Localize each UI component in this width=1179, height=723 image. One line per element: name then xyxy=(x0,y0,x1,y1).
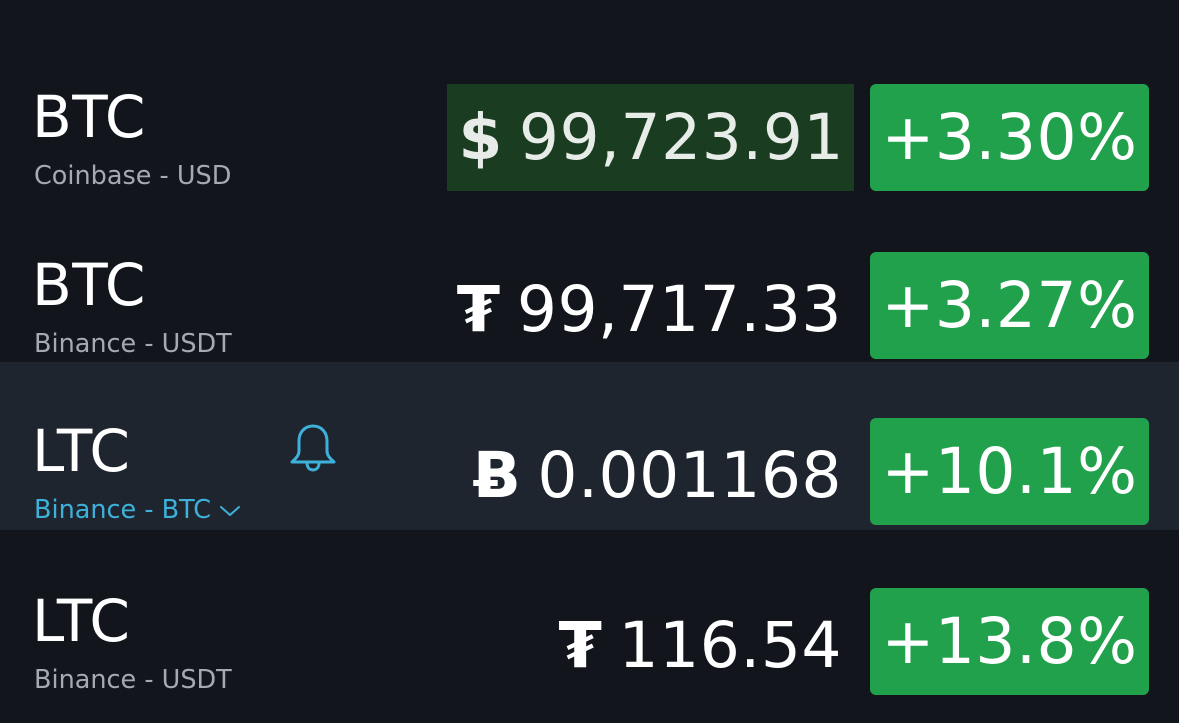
ticker-price: $ 99,723.91 xyxy=(446,84,854,191)
ticker-price: ₮ 99,717.33 xyxy=(457,276,842,342)
currency-symbol: ₮ xyxy=(558,608,603,682)
ticker-row-ltc-binance-btc[interactable]: LTC Binance - BTC Ƀ 0.001168 +10.1% xyxy=(0,362,1179,530)
ticker-row-btc-coinbase-usd[interactable]: BTC Coinbase - USD $ 99,723.91 +3.30% xyxy=(0,28,1179,196)
ticker-exchange: Binance - USDT xyxy=(34,329,232,359)
price-value: 99,723.91 xyxy=(518,101,844,174)
ticker-exchange: Binance - USDT xyxy=(34,665,232,695)
currency-symbol: $ xyxy=(458,101,503,174)
price-value: 99,717.33 xyxy=(516,272,842,346)
ticker-row-ltc-binance-usdt[interactable]: LTC Binance - USDT ₮ 116.54 +13.8% xyxy=(0,532,1179,700)
price-change-badge[interactable]: +3.27% xyxy=(870,252,1149,359)
price-value: 116.54 xyxy=(618,608,842,682)
price-value: 0.001168 xyxy=(537,438,842,512)
bell-icon[interactable] xyxy=(287,420,339,472)
ticker-exchange-label: Binance - BTC xyxy=(34,495,212,525)
ticker-symbol: LTC xyxy=(32,587,131,655)
exchange-selector[interactable]: Binance - BTC xyxy=(34,495,241,525)
ticker-price: Ƀ 0.001168 xyxy=(473,442,842,508)
price-change-badge[interactable]: +10.1% xyxy=(870,418,1149,525)
ticker-exchange-label: Binance - USDT xyxy=(34,329,232,359)
ticker-symbol: LTC xyxy=(32,417,131,485)
currency-symbol: Ƀ xyxy=(472,438,522,512)
price-change-badge[interactable]: +13.8% xyxy=(870,588,1149,695)
ticker-symbol: BTC xyxy=(32,251,146,319)
ticker-list: BTC Coinbase - USD $ 99,723.91 +3.30% BT… xyxy=(0,0,1179,723)
ticker-exchange-label: Binance - USDT xyxy=(34,665,232,695)
price-change-badge[interactable]: +3.30% xyxy=(870,84,1149,191)
chevron-down-icon xyxy=(220,505,241,516)
ticker-exchange: Coinbase - USD xyxy=(34,161,232,191)
currency-symbol: ₮ xyxy=(456,272,501,346)
ticker-exchange-label: Coinbase - USD xyxy=(34,161,232,191)
ticker-row-btc-binance-usdt[interactable]: BTC Binance - USDT ₮ 99,717.33 +3.27% xyxy=(0,196,1179,364)
ticker-price: ₮ 116.54 xyxy=(558,612,842,678)
ticker-symbol: BTC xyxy=(32,83,146,151)
